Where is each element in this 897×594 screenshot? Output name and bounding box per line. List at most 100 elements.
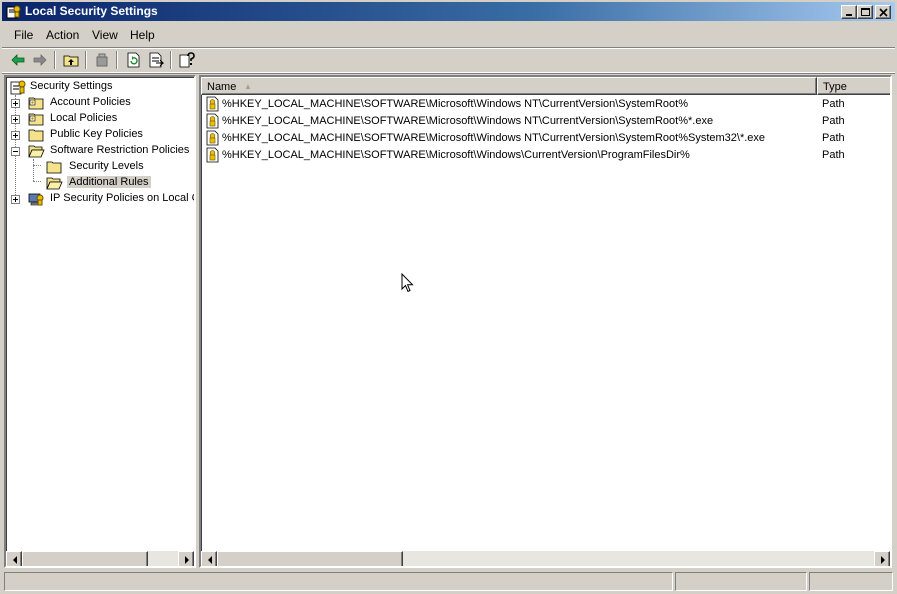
security-settings-icon	[10, 80, 26, 95]
tree-item-account-policies[interactable]: Account Policies	[8, 95, 194, 111]
column-header-name[interactable]: Name ▲	[201, 77, 817, 95]
scroll-left-button[interactable]	[201, 551, 217, 566]
tree-item-label: Software Restriction Policies	[50, 144, 190, 156]
back-button[interactable]	[8, 51, 28, 69]
folder-icon	[28, 129, 44, 142]
list-row[interactable]: %HKEY_LOCAL_MACHINE\SOFTWARE\Microsoft\W…	[203, 96, 889, 113]
local-security-settings-window: Local Security Settings File Action View…	[0, 0, 897, 594]
forward-button[interactable]	[30, 51, 50, 69]
expand-icon[interactable]	[11, 195, 20, 204]
left-arrow-icon	[13, 556, 17, 564]
tree-item-security-settings[interactable]: Security Settings	[8, 79, 194, 95]
security-settings-icon	[6, 5, 21, 19]
help-button[interactable]	[177, 51, 197, 69]
status-panel	[675, 572, 807, 591]
toolbar	[2, 47, 895, 73]
tree-item-label: Security Settings	[30, 80, 113, 92]
rule-type: Path	[822, 132, 845, 144]
expand-icon[interactable]	[11, 99, 20, 108]
folder-icon	[46, 161, 62, 174]
open-folder-icon	[46, 177, 63, 190]
close-button[interactable]	[875, 5, 891, 19]
toolbar-separator	[85, 51, 87, 69]
tree-item-public-key-policies[interactable]: Public Key Policies	[8, 127, 194, 143]
tree-item-label: Account Policies	[50, 96, 131, 108]
scroll-thumb[interactable]	[217, 551, 403, 566]
sort-ascending-icon: ▲	[244, 82, 252, 91]
tree-horizontal-scrollbar[interactable]	[6, 551, 194, 566]
left-arrow-icon	[208, 556, 212, 564]
menu-view[interactable]: View	[86, 27, 124, 43]
rule-type: Path	[822, 149, 845, 161]
folder-lock-icon	[28, 113, 44, 126]
scroll-right-button[interactable]	[874, 551, 890, 566]
rule-type: Path	[822, 115, 845, 127]
path-rule-icon	[206, 147, 219, 163]
column-header-type[interactable]: Type	[817, 77, 890, 95]
open-folder-icon	[28, 145, 45, 158]
menu-action[interactable]: Action	[40, 27, 85, 43]
status-panel	[809, 572, 893, 591]
tree-item-label: IP Security Policies on Local Co	[50, 192, 196, 204]
scroll-left-button[interactable]	[6, 551, 22, 566]
maximize-button[interactable]	[857, 5, 873, 19]
menu-file[interactable]: File	[8, 27, 39, 43]
column-header-label: Name	[207, 81, 237, 93]
back-arrow-icon	[11, 54, 25, 66]
tree-item-label: Security Levels	[69, 160, 144, 172]
status-panel-main	[4, 572, 673, 591]
tree-item-ip-security-policies[interactable]: IP Security Policies on Local Co	[8, 191, 194, 207]
tree-item-security-levels[interactable]: Security Levels	[8, 159, 194, 175]
help-icon	[179, 52, 195, 68]
list-row[interactable]: %HKEY_LOCAL_MACHINE\SOFTWARE\Microsoft\W…	[203, 147, 889, 164]
forward-arrow-icon	[33, 54, 47, 66]
refresh-button[interactable]	[123, 51, 143, 69]
tree-item-label: Additional Rules	[67, 176, 151, 188]
tree-item-local-policies[interactable]: Local Policies	[8, 111, 194, 127]
column-header-label: Type	[823, 81, 847, 93]
tree-item-additional-rules[interactable]: Additional Rules	[8, 175, 194, 191]
export-list-button[interactable]	[146, 51, 166, 69]
maximize-icon	[861, 8, 870, 16]
expand-icon[interactable]	[11, 131, 20, 140]
delete-button[interactable]	[92, 51, 112, 69]
toolbar-separator	[116, 51, 118, 69]
up-folder-icon	[63, 55, 79, 67]
rule-type: Path	[822, 98, 845, 110]
ip-security-icon	[28, 193, 44, 206]
expand-icon[interactable]	[11, 115, 20, 124]
rule-name: %HKEY_LOCAL_MACHINE\SOFTWARE\Microsoft\W…	[222, 149, 690, 161]
folder-lock-icon	[28, 97, 44, 110]
rule-name: %HKEY_LOCAL_MACHINE\SOFTWARE\Microsoft\W…	[222, 132, 766, 144]
tree-pane[interactable]: Security Settings Account Policies Local…	[4, 75, 196, 568]
toolbar-separator	[54, 51, 56, 69]
list-row[interactable]: %HKEY_LOCAL_MACHINE\SOFTWARE\Microsoft\W…	[203, 113, 889, 130]
details-list-pane[interactable]: Name ▲ Type %HKEY_LOCAL_MACHINE\SOFTWARE…	[199, 75, 892, 568]
path-rule-icon	[206, 113, 219, 129]
menu-help[interactable]: Help	[124, 27, 161, 43]
delete-icon	[96, 53, 108, 67]
up-one-level-button[interactable]	[61, 51, 81, 69]
collapse-icon[interactable]	[11, 147, 20, 156]
path-rule-icon	[206, 96, 219, 112]
path-rule-icon	[206, 130, 219, 146]
tree-item-software-restriction-policies[interactable]: Software Restriction Policies	[8, 143, 194, 159]
minimize-icon	[846, 14, 852, 16]
scroll-right-button[interactable]	[178, 551, 194, 566]
list-horizontal-scrollbar[interactable]	[201, 551, 890, 566]
rule-name: %HKEY_LOCAL_MACHINE\SOFTWARE\Microsoft\W…	[222, 115, 714, 127]
list-row[interactable]: %HKEY_LOCAL_MACHINE\SOFTWARE\Microsoft\W…	[203, 130, 889, 147]
minimize-button[interactable]	[841, 5, 857, 19]
right-arrow-icon	[185, 556, 189, 564]
refresh-icon	[127, 52, 140, 68]
status-bar	[2, 572, 895, 592]
tree-item-label: Local Policies	[50, 112, 118, 124]
export-list-icon	[149, 52, 164, 68]
close-icon	[879, 8, 888, 17]
menu-bar: File Action View Help	[2, 24, 895, 46]
toolbar-separator	[170, 51, 172, 69]
window-title: Local Security Settings	[25, 4, 158, 18]
scroll-thumb[interactable]	[22, 551, 148, 566]
title-bar[interactable]: Local Security Settings	[2, 2, 895, 21]
tree-item-label: Public Key Policies	[50, 128, 143, 140]
